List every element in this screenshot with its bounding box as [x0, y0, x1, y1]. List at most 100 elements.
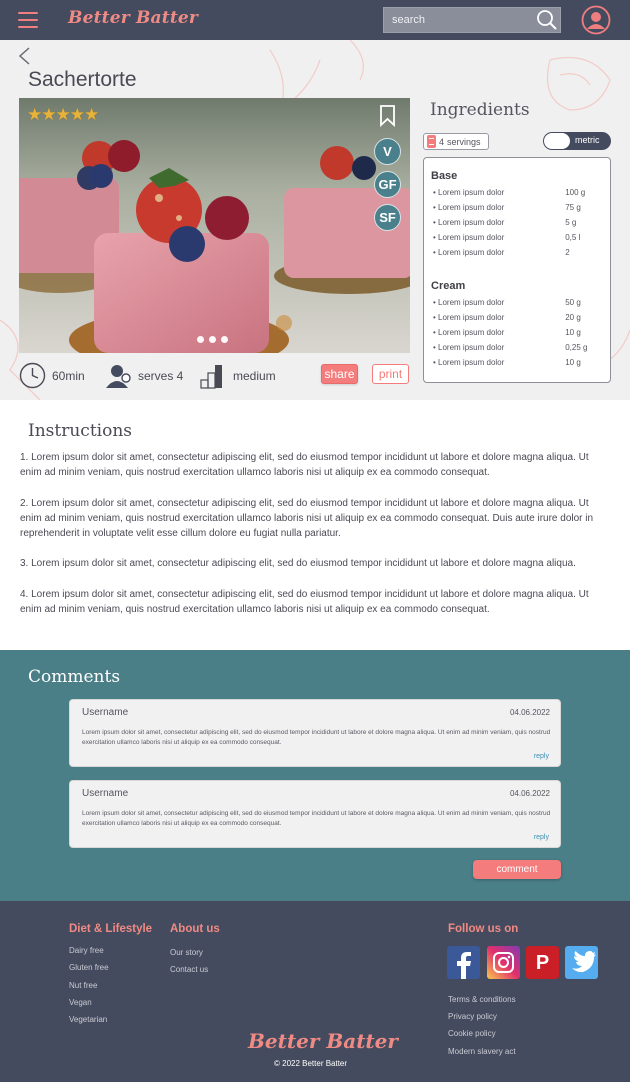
- comment-username: Username: [82, 707, 129, 718]
- servings-stepper-buttons[interactable]: [427, 135, 436, 148]
- ingredient-row: • Lorem ipsum dolor 10 g: [433, 358, 603, 367]
- ingredient-row: • Lorem ipsum dolor 100 g: [433, 188, 603, 197]
- footer-link-modern-slavery[interactable]: Modern slavery act: [448, 1047, 516, 1056]
- footer-link-vegan[interactable]: Vegan: [69, 998, 92, 1007]
- back-arrow-icon[interactable]: [17, 46, 31, 66]
- ingredient-name: Lorem ipsum dolor: [438, 248, 505, 257]
- footer-link-our-story[interactable]: Our story: [170, 948, 203, 957]
- ingredient-amount: 50 g: [565, 298, 581, 307]
- footer-link-privacy[interactable]: Privacy policy: [448, 1012, 497, 1021]
- copyright-text: © 2022 Better Batter: [274, 1059, 348, 1068]
- recipe-image-carousel[interactable]: ★★★★★ V GF SF: [19, 98, 410, 353]
- comment-username: Username: [82, 788, 129, 799]
- ingredient-amount: 10 g: [565, 358, 581, 367]
- difficulty-label: medium: [233, 368, 276, 383]
- menu-icon[interactable]: [18, 12, 38, 28]
- servings-label: servings: [447, 136, 481, 147]
- follow-us-heading: Follow us on: [448, 923, 519, 935]
- comment-text: Lorem ipsum dolor sit amet, consectetur …: [82, 810, 551, 827]
- ingredient-amount: 0,5 l: [565, 233, 581, 242]
- carousel-dot[interactable]: [209, 336, 216, 343]
- comment-card: Username 04.06.2022 Lorem ipsum dolor si…: [69, 699, 561, 767]
- carousel-dots: [197, 336, 228, 343]
- pinterest-icon[interactable]: P: [526, 946, 559, 979]
- time-info: 60min: [19, 362, 85, 389]
- about-us-heading: About us: [170, 923, 220, 935]
- recipe-meta: 60min serves 4 medium share print: [19, 362, 411, 392]
- top-nav-bar: Better Batter: [0, 0, 630, 40]
- person-icon: [106, 365, 131, 388]
- comment-button[interactable]: comment: [473, 860, 561, 879]
- ingredient-name: Lorem ipsum dolor: [438, 328, 505, 337]
- ingredient-row: • Lorem ipsum dolor 50 g: [433, 298, 603, 307]
- instagram-icon[interactable]: [487, 946, 520, 979]
- footer-link-dairy-free[interactable]: Dairy free: [69, 946, 104, 955]
- footer-logo[interactable]: Better Batter: [248, 1029, 398, 1053]
- comment-date: 04.06.2022: [509, 789, 550, 798]
- footer-link-vegetarian[interactable]: Vegetarian: [69, 1015, 107, 1024]
- ingredient-name: Lorem ipsum dolor: [438, 343, 505, 352]
- ingredient-row: • Lorem ipsum dolor 5 g: [433, 218, 603, 227]
- comment-card: Username 04.06.2022 Lorem ipsum dolor si…: [69, 780, 561, 848]
- comment-date: 04.06.2022: [509, 708, 550, 717]
- metric-toggle[interactable]: metric: [543, 132, 611, 150]
- ingredient-name: Lorem ipsum dolor: [438, 188, 505, 197]
- search-icon[interactable]: [534, 7, 560, 33]
- footer: Diet & Lifestyle Dairy free Gluten free …: [0, 901, 630, 1082]
- bookmark-icon[interactable]: [379, 105, 396, 127]
- twitter-icon[interactable]: [565, 946, 598, 979]
- clock-icon: [19, 362, 46, 389]
- ingredient-name: Lorem ipsum dolor: [438, 298, 505, 307]
- carousel-dot[interactable]: [197, 336, 204, 343]
- ingredient-row: • Lorem ipsum dolor 2: [433, 248, 603, 257]
- site-logo[interactable]: Better Batter: [68, 8, 198, 28]
- ingredient-name: Lorem ipsum dolor: [438, 358, 505, 367]
- ingredient-amount: 0,25 g: [565, 343, 588, 352]
- share-button[interactable]: share: [321, 364, 358, 384]
- svg-text:P: P: [536, 952, 549, 974]
- serves-label: serves 4: [138, 368, 184, 383]
- recipe-photo: [19, 98, 410, 353]
- footer-link-contact-us[interactable]: Contact us: [170, 965, 208, 974]
- ingredient-row: • Lorem ipsum dolor 0,25 g: [433, 343, 603, 352]
- search-bar: [383, 7, 561, 33]
- vegetarian-badge: V: [374, 138, 401, 165]
- instruction-step: 4. Lorem ipsum dolor sit amet, consectet…: [20, 589, 589, 615]
- rating-stars[interactable]: ★★★★★: [27, 105, 99, 125]
- footer-link-terms[interactable]: Terms & conditions: [448, 995, 516, 1004]
- ingredients-title: Ingredients: [430, 100, 530, 120]
- metric-label: metric: [575, 135, 600, 145]
- servings-stepper: 4 servings: [423, 133, 489, 150]
- footer-link-gluten-free[interactable]: Gluten free: [69, 963, 109, 972]
- print-button[interactable]: print: [372, 364, 409, 384]
- gluten-free-badge: GF: [374, 171, 401, 198]
- comments-title: Comments: [28, 667, 121, 687]
- footer-link-cookie[interactable]: Cookie policy: [448, 1029, 496, 1038]
- ingredient-amount: 2: [565, 248, 570, 257]
- ingredient-amount: 100 g: [565, 188, 586, 197]
- ingredient-group-title: Cream: [431, 280, 466, 292]
- ingredient-row: • Lorem ipsum dolor 75 g: [433, 203, 603, 212]
- reply-link[interactable]: reply: [534, 753, 549, 760]
- ingredient-name: Lorem ipsum dolor: [438, 203, 505, 212]
- user-account-icon[interactable]: [581, 5, 611, 35]
- ingredients-list: Base • Lorem ipsum dolor 100 g • Lorem ip…: [423, 157, 611, 383]
- facebook-icon[interactable]: [447, 946, 480, 979]
- footer-link-nut-free[interactable]: Nut free: [69, 981, 97, 990]
- diet-lifestyle-heading: Diet & Lifestyle: [69, 923, 153, 935]
- time-label: 60min: [52, 368, 85, 383]
- recipe-title: Sachertorte: [28, 68, 137, 91]
- ingredient-amount: 10 g: [565, 328, 581, 337]
- ingredient-amount: 5 g: [565, 218, 577, 227]
- instruction-step: 2. Lorem ipsum dolor sit amet, consectet…: [20, 498, 594, 539]
- difficulty-info: medium: [200, 362, 276, 389]
- instruction-step: 1. Lorem ipsum dolor sit amet, consectet…: [20, 452, 589, 478]
- recipe-section: Sachertorte ★★★★★ V GF SF 60min serves 4…: [0, 40, 630, 400]
- toggle-knob: [544, 133, 570, 149]
- ingredient-row: • Lorem ipsum dolor 0,5 l: [433, 233, 603, 242]
- instruction-step: 3. Lorem ipsum dolor sit amet, consectet…: [20, 558, 576, 569]
- reply-link[interactable]: reply: [534, 834, 549, 841]
- carousel-dot[interactable]: [221, 336, 228, 343]
- search-input[interactable]: [384, 8, 534, 32]
- ingredient-name: Lorem ipsum dolor: [438, 233, 505, 242]
